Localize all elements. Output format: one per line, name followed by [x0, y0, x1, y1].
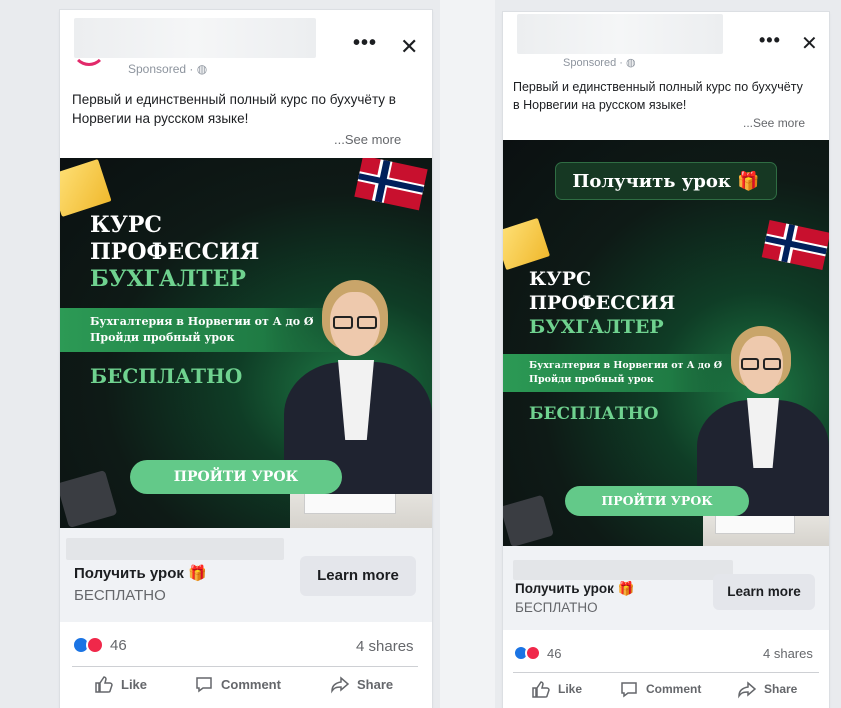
- close-icon[interactable]: ✕: [801, 31, 818, 56]
- headline-line1: КУРС: [90, 212, 162, 238]
- reactions-count: 46: [110, 636, 127, 654]
- learn-more-button[interactable]: Learn more: [713, 574, 815, 610]
- sponsored-label: Sponsored · ◍: [128, 62, 208, 76]
- link-preview-bar[interactable]: Получить урок 🎁 БЕСПЛАТНО Learn more: [503, 546, 829, 630]
- redacted-page-name: [74, 18, 316, 58]
- close-icon[interactable]: ✕: [400, 34, 418, 60]
- ad-creative-image[interactable]: Получить урок 🎁 КУРС ПРОФЕССИЯ БУХГАЛТЕР…: [503, 140, 829, 546]
- globe-icon: ◍: [196, 62, 208, 76]
- divider: [513, 672, 819, 673]
- ad-caption: Первый и единственный полный курс по бух…: [72, 92, 396, 126]
- like-button[interactable]: Like: [94, 674, 147, 694]
- reactions-summary[interactable]: 46: [513, 645, 561, 661]
- comment-icon: [196, 677, 212, 693]
- share-icon: [331, 676, 350, 694]
- comment-button[interactable]: Comment: [194, 674, 281, 694]
- calculator: [503, 494, 554, 546]
- shares-count[interactable]: 4 shares: [763, 646, 813, 661]
- calculator: [60, 470, 118, 528]
- share-button[interactable]: Share: [330, 674, 393, 694]
- headline-line1: КУРС: [529, 268, 592, 290]
- share-button[interactable]: Share: [737, 679, 797, 699]
- sticky-note: [503, 217, 551, 271]
- see-more-link[interactable]: ...See more: [743, 116, 805, 130]
- free-label: БЕСПЛАТНО: [529, 404, 659, 424]
- globe-icon: ◍: [625, 57, 636, 69]
- redacted-page-name: [517, 14, 723, 54]
- comment-label: Comment: [646, 682, 702, 696]
- redacted-domain: [66, 538, 284, 560]
- like-label: Like: [558, 682, 583, 696]
- see-more-link[interactable]: ...See more: [334, 132, 401, 147]
- share-label: Share: [357, 676, 394, 692]
- ad-creative-image[interactable]: КУРС ПРОФЕССИЯ БУХГАЛТЕР Бухгалтерия в Н…: [60, 158, 432, 528]
- ad-card-square: Sponsored · ◍ ••• ✕ Первый и единственны…: [60, 10, 432, 708]
- sponsored-label: Sponsored · ◍: [563, 57, 636, 69]
- link-title: Получить урок 🎁: [74, 565, 207, 582]
- headline-line3: БУХГАЛТЕР: [90, 266, 246, 292]
- ad-caption: Первый и единственный полный курс по бух…: [513, 80, 803, 112]
- headline-line2: ПРОФЕССИЯ: [90, 239, 260, 265]
- like-button[interactable]: Like: [531, 679, 582, 699]
- love-reaction-icon: [525, 645, 541, 661]
- background-gap: [440, 0, 495, 708]
- ad-header: Sponsored · ◍ ••• ✕: [503, 12, 829, 69]
- comparison-canvas: Sponsored · ◍ ••• ✕ Первый и единственны…: [0, 0, 841, 708]
- ad-header: Sponsored · ◍ ••• ✕: [60, 10, 432, 76]
- divider: [72, 666, 418, 667]
- share-icon: [738, 681, 757, 699]
- thumbs-up-icon: [532, 681, 550, 698]
- headline-line2: ПРОФЕССИЯ: [529, 292, 676, 314]
- redacted-domain: [513, 560, 733, 580]
- learn-more-button[interactable]: Learn more: [300, 556, 416, 596]
- norway-flag-icon: [354, 158, 428, 211]
- ad-card-vertical: Sponsored · ◍ ••• ✕ Первый и единственны…: [503, 12, 829, 708]
- link-title: Получить урок 🎁: [515, 581, 635, 596]
- sticky-note: [60, 159, 112, 217]
- norway-flag-icon: [761, 219, 829, 271]
- comment-label: Comment: [221, 676, 281, 692]
- get-lesson-banner[interactable]: Получить урок 🎁: [555, 162, 777, 200]
- link-subtitle: БЕСПЛАТНО: [74, 587, 166, 604]
- share-label: Share: [764, 682, 798, 696]
- link-subtitle: БЕСПЛАТНО: [515, 600, 598, 615]
- take-lesson-button[interactable]: ПРОЙТИ УРОК: [130, 460, 342, 494]
- reactions-count: 46: [547, 645, 562, 661]
- comment-icon: [621, 682, 637, 698]
- headline-line3: БУХГАЛТЕР: [529, 316, 664, 338]
- reactions-summary[interactable]: 46: [72, 636, 127, 654]
- love-reaction-icon: [86, 636, 104, 654]
- more-horizontal-icon[interactable]: •••: [759, 30, 781, 51]
- free-label: БЕСПЛАТНО: [90, 364, 243, 388]
- like-label: Like: [121, 676, 148, 692]
- more-horizontal-icon[interactable]: •••: [353, 32, 377, 55]
- comment-button[interactable]: Comment: [619, 679, 701, 699]
- link-preview-bar[interactable]: Получить урок 🎁 БЕСПЛАТНО Learn more: [60, 528, 432, 622]
- shares-count[interactable]: 4 shares: [356, 638, 414, 655]
- thumbs-up-icon: [95, 676, 113, 693]
- take-lesson-button[interactable]: ПРОЙТИ УРОК: [565, 486, 749, 516]
